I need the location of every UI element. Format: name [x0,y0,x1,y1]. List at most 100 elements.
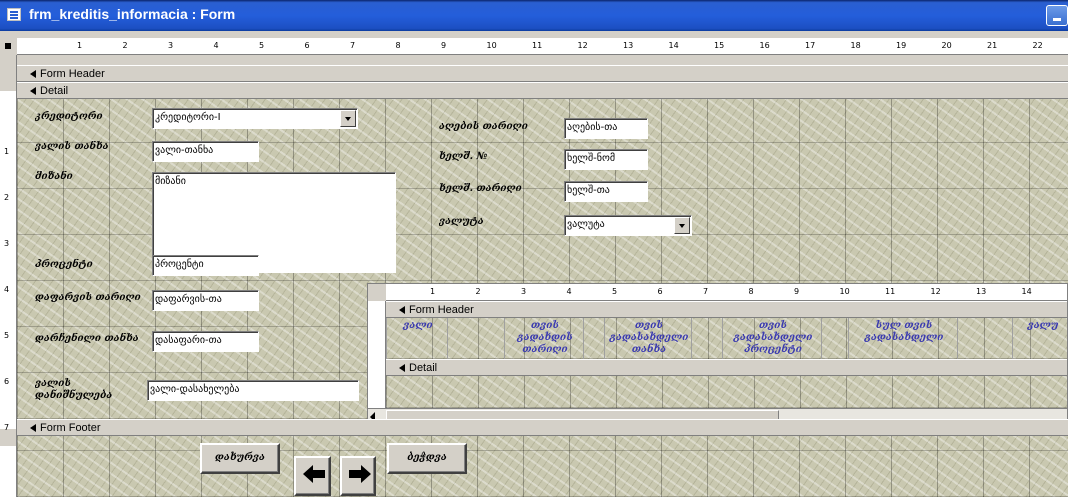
label-valis-danishnuleba: ვალის დანიშნულება [35,378,113,401]
xelsh-no-field[interactable]: ხელშ-ნომ [564,149,648,170]
label-mizani: მიზანი [35,171,73,182]
window-title: frm_kreditis_informacia : Form [29,6,236,22]
ruler-tick-label: 12 [930,287,941,296]
label-procenti: პროცენტი [35,259,93,270]
arrow-right-icon [349,465,371,483]
arrow-left-icon [303,465,325,483]
section-arrow-icon [30,424,36,432]
print-button[interactable]: ბეჭდვა [387,443,467,474]
ruler-tick-label: 4 [4,285,10,294]
ruler-header-band [0,55,16,91]
section-arrow-icon [399,364,405,372]
close-button[interactable]: დახურვა [200,443,280,474]
subform-col-5: სულ თვის გადასახდელი [848,318,958,364]
ruler-tick-label: 3 [521,287,527,296]
ruler-tick-label: 14 [1021,287,1032,296]
subform-detail-bar[interactable]: Detail [386,359,1067,376]
form-header-bar[interactable]: Form Header [17,65,1068,82]
subform-control[interactable]: 123456789101112131415 Form Header ვალი თ… [367,283,1068,423]
label-valuta: ვალუტა [439,216,484,227]
ruler-tick-label: 2 [122,41,128,50]
subform-horizontal-ruler[interactable]: 123456789101112131415 [386,284,1067,301]
subform-col-3: თვის გადასახდელი თანხა [604,318,692,364]
ruler-tick-label: 18 [850,41,861,50]
ruler-tick-label: 11 [885,287,896,296]
ruler-tick-label: 10 [486,41,497,50]
ruler-tick-label: 3 [168,41,174,50]
dafarvis-tarigi-field[interactable]: დაფარვის-თა [152,290,259,311]
subform-col-1: ვალი [386,318,448,364]
ruler-tick-label: 19 [896,41,907,50]
ruler-tick-label: 16 [759,41,770,50]
section-arrow-icon [399,306,405,314]
label-xelsh-tarigi: ხელშ. თარიღი [439,183,522,194]
form-icon [7,8,21,21]
ruler-tick-label: 7 [4,423,10,432]
ruler-tick-label: 8 [395,41,401,50]
form-footer-section: დახურვა ბეჭდვა [17,436,1068,497]
procenti-field[interactable]: პროცენტი [152,255,259,276]
subform-header-section: ვალი თვის გადახდის თარიღი თვის გადასახდე… [386,318,1067,364]
ruler-tick-label: 7 [350,41,356,50]
vertical-ruler[interactable]: 1 2 3 4 5 6 7 [0,55,17,497]
label-valis-tanxa: ვალის თანხა [35,141,109,152]
ruler-tick-label: 6 [4,377,10,386]
valis-danishnuleba-field[interactable]: ვალი-დასახელება [147,380,359,401]
previous-record-button[interactable] [294,456,331,496]
label-kreditori: კრედიტორი [35,111,103,122]
section-arrow-icon [30,70,36,78]
ruler-tick-label: 20 [941,41,952,50]
ruler-tick-label: 13 [623,41,634,50]
danarcheni-tanxa-field[interactable]: დასაფარი-თა [152,331,259,352]
ruler-tick-label: 10 [839,287,850,296]
ruler-tick-label: 22 [1032,41,1043,50]
ruler-tick-label: 1 [430,287,436,296]
subform-col-4: თვის გადასახდელი პროცენტი [722,318,822,364]
ruler-tick-label: 21 [987,41,998,50]
window-title-bar[interactable]: frm_kreditis_informacia : Form [0,0,1068,31]
ruler-tick-label: 9 [441,41,447,50]
form-footer-bar[interactable]: Form Footer [17,419,1068,436]
ruler-tick-label: 9 [794,287,800,296]
label-dafarvis-tarigi: დაფარვის თარიღი [35,292,141,303]
label-danarcheni-tanxa: დარჩენილი თანხა [35,333,139,344]
subform-selector[interactable] [368,284,386,301]
valuta-dropdown-button[interactable] [674,217,690,234]
ruler-tick-label: 12 [577,41,588,50]
subform-detail-section [386,376,1067,408]
ruler-tick-label: 2 [475,287,481,296]
minimize-button[interactable] [1046,5,1068,26]
valuta-combo[interactable]: ვალუტა [564,215,692,236]
ruler-tick-label: 5 [4,331,10,340]
ruler-tick-label: 2 [4,193,10,202]
ruler-tick-label: 17 [805,41,816,50]
ruler-tick-label: 6 [304,41,310,50]
subform-header-bar[interactable]: Form Header [386,301,1067,318]
ruler-tick-label: 14 [668,41,679,50]
ruler-tick-label: 1 [77,41,83,50]
ruler-tick-label: 4 [213,41,219,50]
valis-tanxa-field[interactable]: ვალი-თანხა [152,141,259,162]
label-agebis-tarigi: აღების თარიღი [439,121,528,132]
ruler-tick-label: 4 [566,287,572,296]
horizontal-ruler[interactable]: 1234567891011121314151617181920212223 [17,38,1068,55]
ruler-tick-label: 1 [4,147,10,156]
agebis-tarigi-field[interactable]: აღების-თა [564,118,648,139]
ruler-tick-label: 5 [259,41,265,50]
kreditori-dropdown-button[interactable] [340,110,356,127]
ruler-tick-label: 3 [4,239,10,248]
subform-col-2: თვის გადახდის თარიღი [504,318,584,364]
subform-vertical-ruler[interactable] [368,301,386,408]
ruler-tick-label: 8 [748,287,754,296]
xelsh-tarigi-field[interactable]: ხელშ-თა [564,181,648,202]
kreditori-combo[interactable]: კრედიტორი-I [152,108,358,129]
detail-bar[interactable]: Detail [17,82,1068,99]
ruler-tick-label: 15 [714,41,725,50]
ruler-tick-label: 7 [703,287,709,296]
ruler-tick-label: 5 [612,287,618,296]
form-selector[interactable] [0,38,17,55]
next-record-button[interactable] [340,456,376,496]
ruler-tick-label: 6 [657,287,663,296]
form-design-canvas: Form Header Detail კრედიტორი ვალის თანხა… [17,55,1068,497]
section-arrow-icon [30,87,36,95]
